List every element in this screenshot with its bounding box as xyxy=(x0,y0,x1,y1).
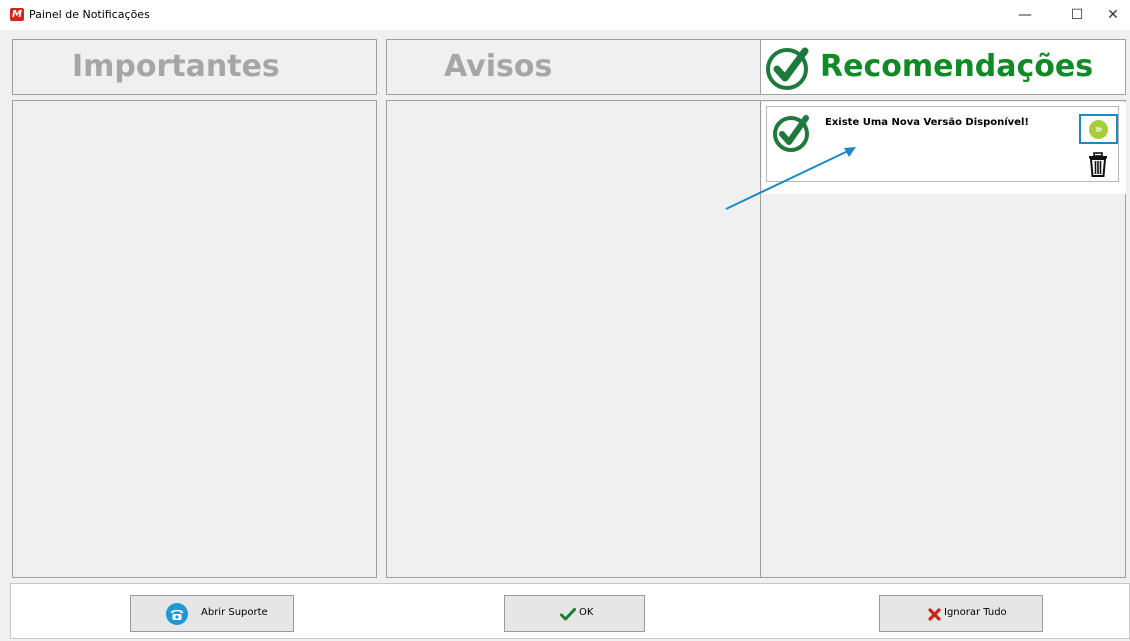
header-recomendacoes-label: Recomendações xyxy=(820,49,1094,84)
minimize-button[interactable]: — xyxy=(1008,0,1042,30)
title-bar: M Painel de Notificações — ☐ ✕ xyxy=(0,0,1130,30)
double-chevron-right-icon: » xyxy=(1089,120,1108,139)
check-circle-icon xyxy=(766,47,809,90)
x-icon xyxy=(928,608,941,621)
trash-icon[interactable] xyxy=(1087,152,1109,178)
ok-label: OK xyxy=(579,607,594,618)
list-importantes[interactable] xyxy=(12,100,377,578)
recommendation-text: Existe Uma Nova Versão Disponível! xyxy=(825,117,1029,128)
close-button[interactable]: ✕ xyxy=(1096,0,1130,30)
list-avisos[interactable] xyxy=(386,100,778,578)
header-importantes[interactable]: Importantes xyxy=(12,39,377,95)
ignore-all-button[interactable]: Ignorar Tudo xyxy=(879,595,1043,632)
open-support-button[interactable]: Abrir Suporte xyxy=(130,595,294,632)
app-logo-icon: M xyxy=(10,8,24,21)
open-support-label: Abrir Suporte xyxy=(201,607,268,618)
ok-button[interactable]: OK xyxy=(504,595,645,632)
header-importantes-label: Importantes xyxy=(72,49,280,84)
window-title: Painel de Notificações xyxy=(29,8,150,21)
header-avisos[interactable]: Avisos xyxy=(386,39,778,95)
open-recommendation-button[interactable]: » xyxy=(1079,114,1118,144)
checkmark-icon xyxy=(560,608,576,621)
maximize-button[interactable]: ☐ xyxy=(1060,0,1094,30)
phone-icon xyxy=(166,603,188,625)
header-recomendacoes[interactable]: Recomendações xyxy=(760,39,1126,95)
header-avisos-label: Avisos xyxy=(444,49,553,84)
ignore-all-label: Ignorar Tudo xyxy=(944,607,1007,618)
check-circle-icon xyxy=(773,115,809,152)
